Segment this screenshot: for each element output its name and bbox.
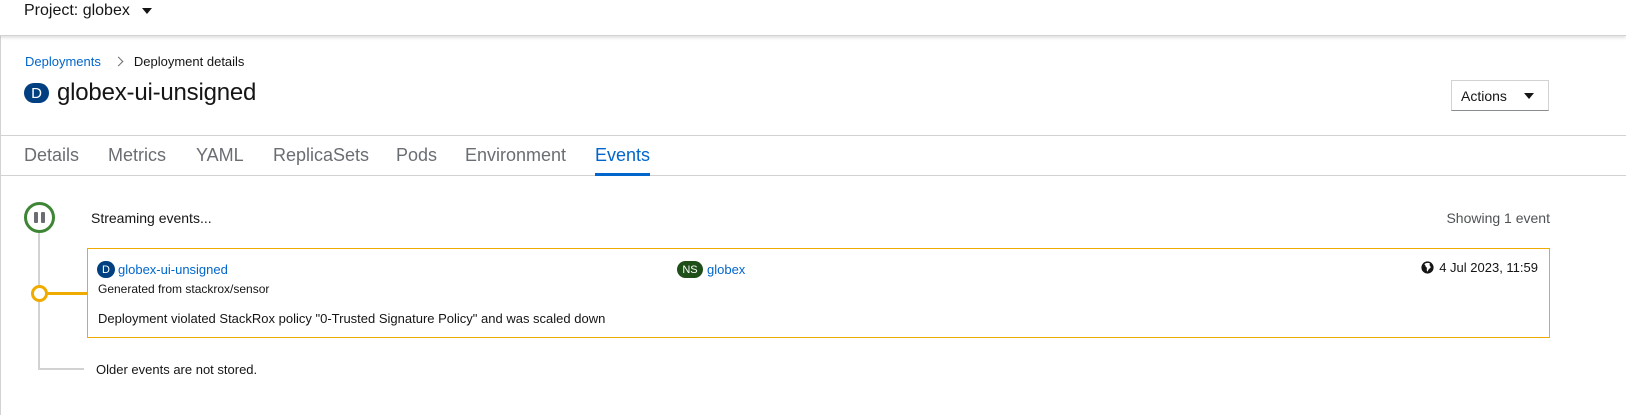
tab-events[interactable]: Events xyxy=(595,145,651,176)
timeline-marker xyxy=(31,285,48,302)
actions-label: Actions xyxy=(1461,87,1507,104)
event-timestamp-text: 4 Jul 2023, 11:59 xyxy=(1439,260,1538,275)
event-namespace-link[interactable]: globex xyxy=(707,262,745,277)
tab-environment[interactable]: Environment xyxy=(465,145,566,176)
tab-details[interactable]: Details xyxy=(24,145,79,176)
namespace-badge: NS xyxy=(677,261,703,278)
event-card: D globex-ui-unsigned NS globex 4 Jul 202… xyxy=(87,248,1550,338)
page-title: globex-ui-unsigned xyxy=(57,79,257,106)
tab-replicasets[interactable]: ReplicaSets xyxy=(273,145,369,176)
caret-down-icon xyxy=(141,8,152,14)
project-bar: Project: globex xyxy=(0,0,1626,36)
deployment-badge: D xyxy=(97,261,115,278)
deployment-badge: D xyxy=(24,83,49,103)
pause-streaming-button[interactable] xyxy=(24,202,55,233)
chevron-right-icon xyxy=(113,56,124,67)
project-label: Project: globex xyxy=(24,2,130,19)
globe-icon xyxy=(1421,261,1434,274)
tab-bar: Details Metrics YAML ReplicaSets Pods En… xyxy=(0,135,1626,176)
pause-icon xyxy=(34,212,38,223)
timeline-end xyxy=(38,368,84,370)
breadcrumb: Deployments Deployment details xyxy=(25,54,244,69)
event-namespace: NS globex xyxy=(677,261,745,278)
timeline-connector xyxy=(46,292,88,295)
event-count: Showing 1 event xyxy=(1446,210,1550,226)
caret-down-icon xyxy=(1524,92,1534,99)
event-message: Deployment violated StackRox policy "0-T… xyxy=(98,311,606,326)
page-heading: D globex-ui-unsigned xyxy=(24,79,256,107)
event-object: D globex-ui-unsigned xyxy=(97,261,228,278)
event-source: Generated from stackrox/sensor xyxy=(98,282,270,296)
event-timestamp: 4 Jul 2023, 11:59 xyxy=(1421,260,1538,275)
tab-metrics[interactable]: Metrics xyxy=(108,145,166,176)
actions-dropdown[interactable]: Actions xyxy=(1451,80,1549,111)
tab-yaml[interactable]: YAML xyxy=(196,145,244,176)
streaming-status: Streaming events... xyxy=(91,210,212,226)
older-events-note: Older events are not stored. xyxy=(96,362,258,377)
breadcrumb-current: Deployment details xyxy=(133,54,245,69)
project-selector[interactable]: Project: globex xyxy=(24,2,152,20)
event-object-link[interactable]: globex-ui-unsigned xyxy=(118,262,228,277)
tab-pods[interactable]: Pods xyxy=(396,145,437,176)
page-left-border xyxy=(0,36,1,415)
breadcrumb-deployments-link[interactable]: Deployments xyxy=(25,54,101,69)
